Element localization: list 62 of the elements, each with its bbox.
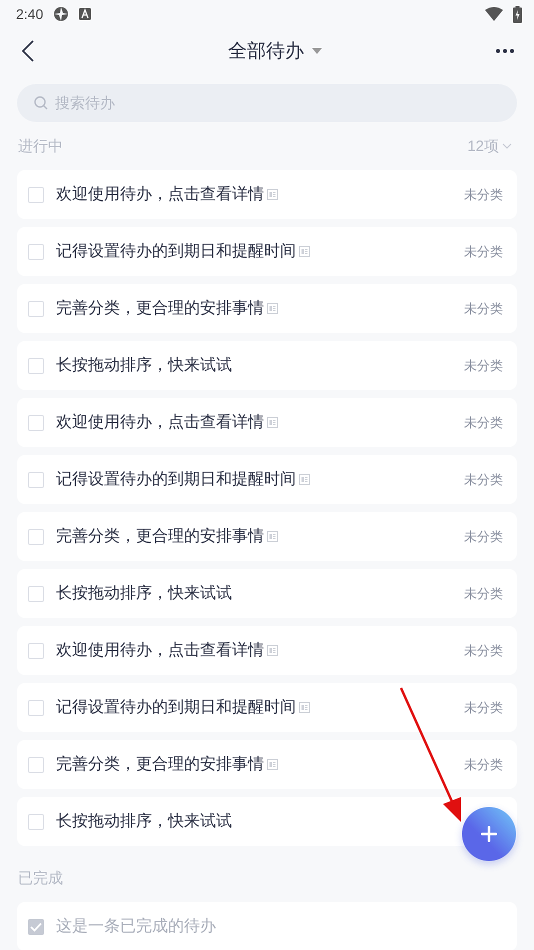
todo-title: 完善分类，更合理的安排事情 bbox=[56, 754, 264, 775]
keyboard-icon bbox=[79, 8, 92, 20]
page-title[interactable]: 全部待办 bbox=[228, 38, 304, 64]
todo-title: 长按拖动排序，快来试试 bbox=[56, 583, 232, 604]
chevron-down-icon[interactable] bbox=[502, 143, 512, 149]
todo-item[interactable]: 记得设置待办的到期日和提醒时间 未分类 bbox=[17, 683, 517, 732]
todo-title: 完善分类，更合理的安排事情 bbox=[56, 298, 264, 319]
checkbox[interactable] bbox=[28, 300, 44, 316]
aperture-icon bbox=[53, 6, 70, 22]
checkbox[interactable] bbox=[28, 918, 44, 934]
checkbox[interactable] bbox=[28, 642, 44, 658]
todo-title: 欢迎使用待办，点击查看详情 bbox=[56, 184, 264, 205]
category-label: 未分类 bbox=[464, 186, 503, 204]
checkbox[interactable] bbox=[28, 586, 44, 602]
checkbox[interactable] bbox=[28, 814, 44, 830]
todo-item[interactable]: 完善分类，更合理的安排事情 未分类 bbox=[17, 284, 517, 333]
back-icon[interactable] bbox=[22, 40, 34, 62]
todo-title: 长按拖动排序，快来试试 bbox=[56, 811, 232, 832]
category-label: 未分类 bbox=[464, 528, 503, 546]
todo-item[interactable]: 长按拖动排序，快来试试 未分类 bbox=[17, 341, 517, 390]
category-label: 未分类 bbox=[464, 358, 503, 374]
checkbox[interactable] bbox=[28, 472, 44, 488]
todo-item[interactable]: 欢迎使用待办，点击查看详情 未分类 bbox=[17, 170, 517, 219]
category-label: 未分类 bbox=[464, 244, 503, 260]
todo-item[interactable]: 记得设置待办的到期日和提醒时间 未分类 bbox=[17, 227, 517, 276]
todo-item[interactable]: 完善分类，更合理的安排事情 未分类 bbox=[17, 740, 517, 789]
todo-title: 欢迎使用待办，点击查看详情 bbox=[56, 640, 264, 661]
todo-title: 记得设置待办的到期日和提醒时间 bbox=[56, 469, 296, 490]
category-label: 未分类 bbox=[464, 300, 503, 318]
todo-title: 这是一条已完成的待办 bbox=[56, 916, 216, 937]
todo-item[interactable]: 完善分类，更合理的安排事情 未分类 bbox=[17, 512, 517, 561]
todo-title: 记得设置待办的到期日和提醒时间 bbox=[56, 697, 296, 718]
category-label: 未分类 bbox=[464, 586, 503, 602]
todo-title: 长按拖动排序，快来试试 bbox=[56, 355, 232, 376]
todo-item[interactable]: 记得设置待办的到期日和提醒时间 未分类 bbox=[17, 455, 517, 504]
checkbox[interactable] bbox=[28, 358, 44, 374]
todo-item[interactable]: 欢迎使用待办，点击查看详情 未分类 bbox=[17, 398, 517, 447]
dropdown-caret-icon[interactable] bbox=[312, 48, 322, 54]
category-label: 未分类 bbox=[464, 414, 503, 432]
category-label: 未分类 bbox=[464, 700, 503, 716]
checkbox[interactable] bbox=[28, 414, 44, 430]
section-title: 已完成 bbox=[18, 868, 63, 888]
battery-icon bbox=[513, 6, 522, 22]
checkbox[interactable] bbox=[28, 244, 44, 260]
section-title: 进行中 bbox=[18, 136, 63, 156]
todo-item[interactable]: 欢迎使用待办，点击查看详情 未分类 bbox=[17, 626, 517, 675]
wifi-icon bbox=[485, 7, 503, 21]
todo-item[interactable]: 长按拖动排序，快来试试 bbox=[17, 797, 517, 846]
category-label: 未分类 bbox=[464, 472, 503, 488]
checkbox[interactable] bbox=[28, 756, 44, 772]
more-icon[interactable] bbox=[496, 49, 514, 53]
category-label: 未分类 bbox=[464, 756, 503, 774]
checkbox[interactable] bbox=[28, 186, 44, 202]
status-time: 2:40 bbox=[16, 6, 44, 22]
todo-title: 欢迎使用待办，点击查看详情 bbox=[56, 412, 264, 433]
checkbox[interactable] bbox=[28, 528, 44, 544]
todo-title: 完善分类，更合理的安排事情 bbox=[56, 526, 264, 547]
todo-item[interactable]: 长按拖动排序，快来试试 未分类 bbox=[17, 569, 517, 618]
checkbox[interactable] bbox=[28, 700, 44, 716]
category-label: 未分类 bbox=[464, 642, 503, 660]
todo-title: 记得设置待办的到期日和提醒时间 bbox=[56, 241, 296, 262]
plus-icon bbox=[481, 826, 497, 842]
